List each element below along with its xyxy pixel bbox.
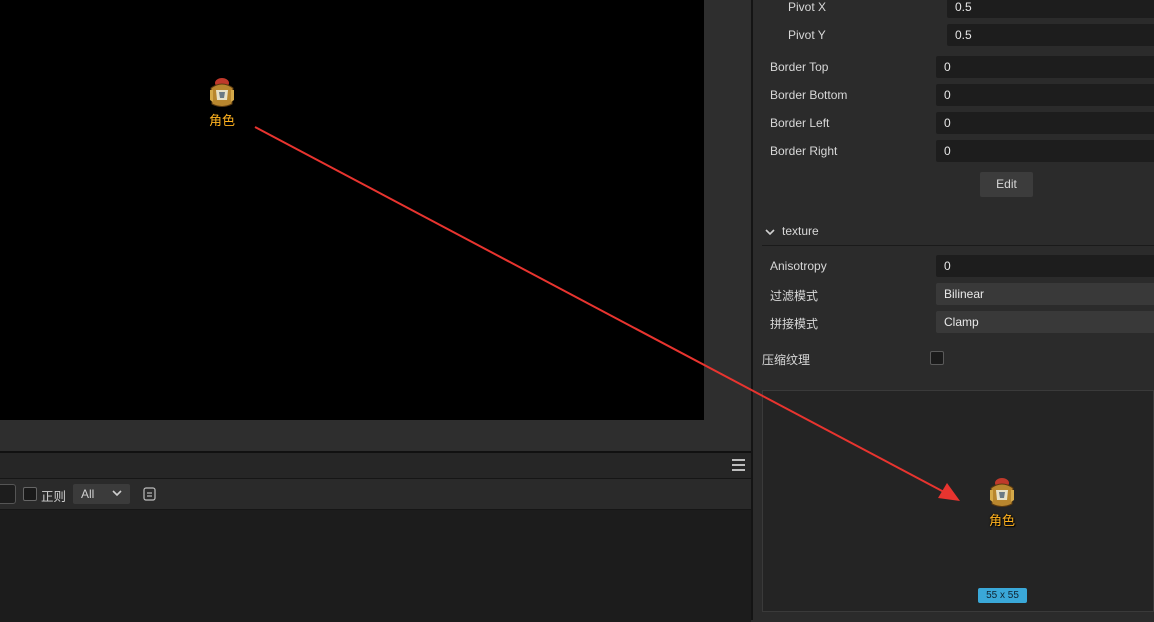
wrap-mode-label: 拼接模式 bbox=[770, 317, 819, 331]
border-top-label: Border Top bbox=[770, 60, 829, 74]
log-level-value: All bbox=[81, 487, 95, 501]
filter-mode-select[interactable]: Bilinear bbox=[936, 283, 1154, 305]
character-helmet-icon bbox=[990, 478, 1014, 507]
wrap-mode-select[interactable]: Clamp bbox=[936, 311, 1154, 333]
texture-preview-panel: 角色 55 x 55 bbox=[762, 390, 1154, 612]
edit-button[interactable]: Edit bbox=[980, 172, 1033, 197]
border-left-field[interactable]: 0 bbox=[936, 112, 1154, 134]
texture-section-header[interactable]: texture bbox=[762, 220, 1154, 246]
pivot-x-field[interactable]: 0.5 bbox=[947, 0, 1154, 18]
regex-label: 正则 bbox=[41, 489, 67, 504]
scene-canvas[interactable]: 角色 bbox=[0, 0, 704, 420]
character-helmet-icon bbox=[210, 78, 234, 107]
texture-size-badge: 55 x 55 bbox=[978, 588, 1027, 603]
pivot-x-label: Pivot X bbox=[788, 0, 827, 14]
border-bottom-field[interactable]: 0 bbox=[936, 84, 1154, 106]
preview-asset-character: 角色 bbox=[981, 476, 1023, 529]
console-panel: 正则 All bbox=[0, 451, 751, 622]
texture-section-title: texture bbox=[782, 224, 819, 238]
inspector-panel: Pivot X 0.5 Pivot Y 0.5 Border Top 0 Bor… bbox=[753, 0, 1154, 620]
preview-asset-label: 角色 bbox=[988, 514, 1015, 529]
anisotropy-label: Anisotropy bbox=[770, 259, 827, 273]
compress-texture-label: 压缩纹理 bbox=[762, 353, 811, 367]
chevron-down-icon bbox=[112, 490, 122, 497]
console-search-input[interactable] bbox=[0, 484, 16, 504]
border-bottom-label: Border Bottom bbox=[770, 88, 848, 102]
console-toolbar: 正则 All bbox=[0, 478, 751, 510]
log-level-select[interactable]: All bbox=[73, 484, 130, 504]
anisotropy-field[interactable]: 0 bbox=[936, 255, 1154, 277]
console-header bbox=[0, 453, 751, 478]
regex-checkbox[interactable] bbox=[23, 487, 37, 501]
border-right-field[interactable]: 0 bbox=[936, 140, 1154, 162]
filter-mode-label: 过滤模式 bbox=[770, 289, 819, 303]
clear-log-icon[interactable] bbox=[143, 487, 156, 501]
compress-texture-checkbox[interactable] bbox=[930, 351, 944, 365]
chevron-down-icon bbox=[765, 229, 775, 236]
pivot-y-label: Pivot Y bbox=[788, 28, 826, 42]
border-right-label: Border Right bbox=[770, 144, 838, 158]
scene-panel: 角色 bbox=[0, 0, 751, 451]
border-left-label: Border Left bbox=[770, 116, 830, 130]
scene-asset-character[interactable]: 角色 bbox=[201, 76, 243, 129]
scene-asset-label: 角色 bbox=[208, 114, 235, 129]
menu-icon[interactable] bbox=[732, 459, 745, 471]
border-top-field[interactable]: 0 bbox=[936, 56, 1154, 78]
pivot-y-field[interactable]: 0.5 bbox=[947, 24, 1154, 46]
